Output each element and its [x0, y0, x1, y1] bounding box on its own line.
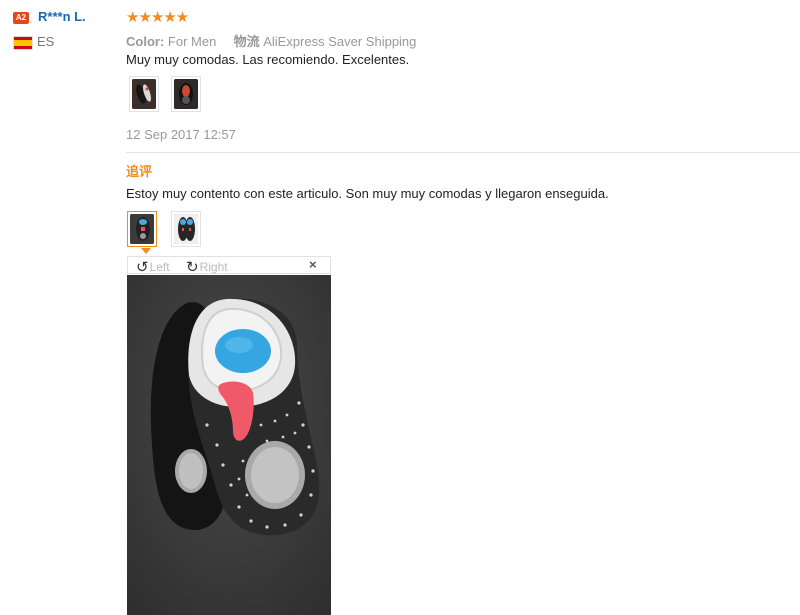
followup-text: Estoy muy contento con este articulo. So…: [126, 186, 609, 201]
reviewer-country: ES: [37, 34, 55, 49]
reviewer-name[interactable]: R***n L.: [38, 9, 86, 24]
star-rating: ★★★★★: [126, 9, 189, 26]
enlarged-review-photo: [127, 275, 331, 615]
review-date: 12 Sep 2017 12:57: [126, 127, 236, 142]
insole-photo-icon: [174, 214, 198, 244]
spain-flag-icon: [13, 36, 33, 50]
shipping-label: 物流: [233, 34, 260, 49]
rotate-right-button[interactable]: ↻Right: [186, 258, 228, 276]
insole-photo-icon: [174, 79, 198, 109]
rotate-right-icon: ↻: [186, 259, 199, 276]
followup-photo-thumbnail[interactable]: [171, 211, 201, 247]
color-value: For Men: [167, 34, 217, 49]
image-viewer-toolbar: ↺Left ↻Right ×: [127, 256, 331, 276]
review-photo-thumbnail[interactable]: [171, 76, 201, 112]
divider: [126, 152, 800, 153]
insole-photo-icon: [132, 79, 156, 109]
selected-pointer: [141, 248, 151, 254]
shipping-value: AliExpress Saver Shipping: [263, 34, 417, 49]
insole-photo-icon: [130, 214, 154, 244]
followup-label: 追评: [126, 164, 153, 179]
rotate-left-button[interactable]: ↺Left: [136, 258, 170, 276]
color-label: Color:: [126, 34, 165, 49]
rotate-left-label: Left: [149, 260, 170, 274]
rotate-right-label: Right: [199, 260, 228, 274]
close-viewer-button[interactable]: ×: [309, 257, 317, 272]
review-text: Muy muy comodas. Las recomiendo. Excelen…: [126, 52, 410, 67]
rotate-left-icon: ↺: [136, 259, 149, 276]
review-photo-thumbnail[interactable]: [129, 76, 159, 112]
followup-photo-thumbnail-selected[interactable]: [127, 211, 157, 247]
insole-photo: [127, 275, 331, 615]
order-info: Color: For Men 物流 AliExpress Saver Shipp…: [126, 31, 416, 50]
member-level-badge: A2: [13, 12, 29, 24]
